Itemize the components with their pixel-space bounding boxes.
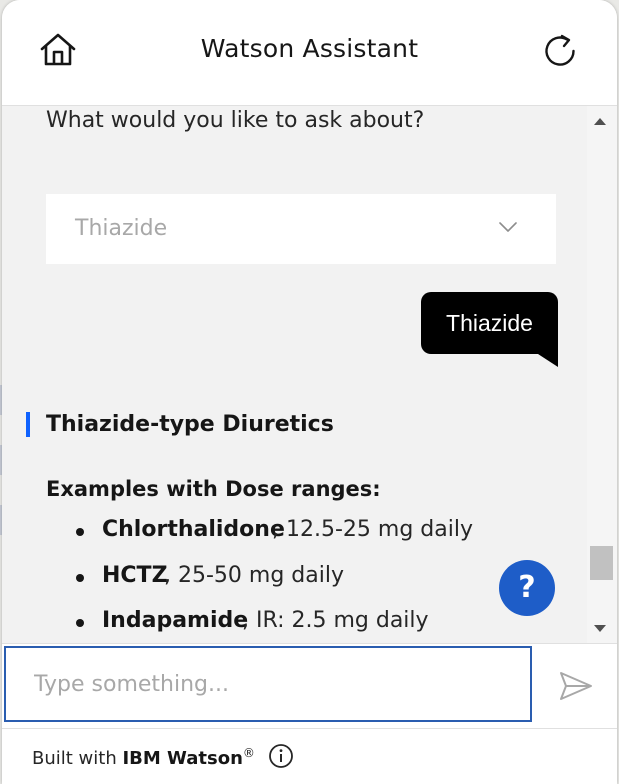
answer-title: Thiazide-type Diuretics — [46, 412, 334, 437]
send-icon — [560, 672, 592, 700]
footer: Built with IBM Watson® — [2, 728, 617, 784]
scrollbar[interactable] — [587, 106, 617, 643]
answer-accent-bar — [26, 412, 30, 437]
chevron-down-icon — [499, 222, 517, 232]
info-icon — [269, 744, 293, 768]
scroll-up-arrow-icon[interactable] — [594, 118, 606, 125]
topic-dropdown[interactable]: Thiazide — [46, 194, 556, 264]
header: Watson Assistant — [2, 0, 617, 106]
drug-dose: , 12.5-25 mg daily — [272, 517, 473, 542]
answer-subtitle: Examples with Dose ranges: — [46, 477, 381, 501]
footer-text: Built with IBM Watson® — [32, 746, 255, 769]
message-input[interactable] — [4, 646, 532, 722]
bubble-tail — [538, 354, 558, 367]
scroll-down-arrow-icon[interactable] — [594, 625, 606, 632]
registered-mark: ® — [242, 746, 255, 760]
user-message-bubble: Thiazide — [421, 292, 558, 354]
chat-panel: Watson Assistant What would you like to … — [2, 0, 617, 784]
page-title: Watson Assistant — [200, 34, 419, 63]
scroll-thumb[interactable] — [590, 546, 613, 580]
drug-name: Indapamide — [102, 608, 249, 633]
bullet-icon — [76, 573, 84, 582]
refresh-button[interactable] — [540, 30, 580, 70]
drug-name: Chlorthalidone — [102, 517, 285, 542]
bullet-icon — [76, 619, 84, 627]
drug-dose: , 25-50 mg daily — [164, 562, 344, 588]
footer-brand: IBM Watson — [122, 748, 243, 769]
footer-prefix: Built with — [32, 748, 123, 769]
refresh-icon — [545, 34, 575, 66]
dropdown-selected-value: Thiazide — [75, 216, 168, 241]
drug-dose: , IR: 2.5 mg daily — [242, 608, 429, 633]
conversation-area: What would you like to ask about? Thiazi… — [2, 106, 587, 643]
input-area — [2, 643, 617, 729]
info-button[interactable] — [268, 743, 294, 769]
bullet-icon — [76, 528, 84, 536]
drug-name: HCTZ — [102, 562, 168, 588]
send-button[interactable] — [558, 670, 594, 702]
help-button[interactable]: ? — [499, 560, 555, 616]
bot-question: What would you like to ask about? — [46, 108, 425, 133]
